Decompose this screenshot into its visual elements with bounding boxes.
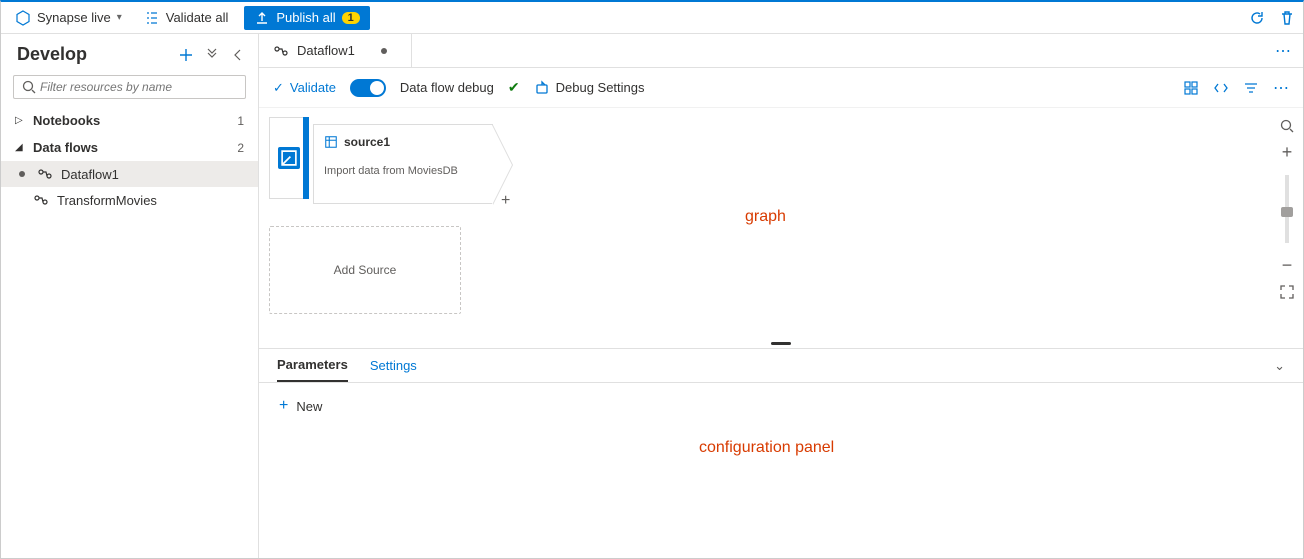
add-icon[interactable] [178,47,194,63]
delete-icon[interactable] [1279,10,1295,26]
annotation-graph: graph [745,208,786,226]
validate-all-button[interactable]: Validate all [138,6,235,30]
graph-canvas[interactable]: source1 Import data from MoviesDB + Add … [259,108,1303,342]
section-label: Data flows [33,140,98,155]
annotation-config: configuration panel [699,439,834,457]
hexagon-icon [15,10,31,26]
tab-dataflow1[interactable]: Dataflow1 [259,34,412,67]
tree-item-label: Dataflow1 [61,167,119,182]
configuration-panel: Parameters Settings ⌄ + New configuratio… [259,348,1303,558]
source-type-icon [278,147,300,169]
search-icon [21,79,37,95]
zoom-in-button[interactable]: + [1282,142,1293,163]
publish-all-label: Publish all [276,10,335,25]
dataset-icon [324,135,338,149]
checklist-icon [144,10,160,26]
tree-section-notebooks[interactable]: ▷ Notebooks 1 [1,107,258,134]
develop-sidebar: Develop ▷ Notebooks 1 [1,34,259,558]
section-count: 1 [237,114,244,128]
debug-settings-label: Debug Settings [556,80,645,95]
search-zoom-icon[interactable] [1279,118,1295,134]
chevron-down-icon: ▾ [117,12,122,23]
refresh-icon[interactable] [1249,10,1265,26]
dirty-indicator-icon [19,171,25,177]
check-icon: ✓ [273,80,284,96]
expand-all-icon[interactable] [204,47,220,63]
validate-all-label: Validate all [166,10,229,25]
fit-screen-icon[interactable] [1279,284,1295,300]
config-tab-parameters[interactable]: Parameters [277,357,348,382]
debug-settings-button[interactable]: Debug Settings [534,80,645,96]
filter-settings-icon[interactable] [1243,80,1259,96]
tab-label: Dataflow1 [297,43,355,58]
workspace-dropdown[interactable]: Synapse live ▾ [9,6,128,30]
tree-item-label: TransformMovies [57,193,157,208]
add-source-button[interactable]: Add Source [269,226,461,314]
debug-toggle[interactable] [350,79,386,97]
zoom-slider[interactable] [1285,175,1289,243]
config-tab-settings[interactable]: Settings [370,358,417,381]
code-view-icon[interactable] [1213,80,1229,96]
workspace-label: Synapse live [37,10,111,25]
caret-down-icon: ◢ [15,142,27,153]
zoom-out-button[interactable]: − [1282,255,1293,276]
editor-tab-strip: Dataflow1 ⋯ [259,34,1303,68]
new-parameter-button[interactable]: + New [279,397,322,415]
source-node[interactable]: source1 Import data from MoviesDB [313,124,493,204]
publish-all-button[interactable]: Publish all 1 [244,6,369,30]
caret-right-icon: ▷ [15,115,27,126]
collapse-pane-icon[interactable] [230,47,246,63]
tree-item-dataflow1[interactable]: Dataflow1 [1,161,258,187]
publish-count-badge: 1 [342,12,360,24]
add-transform-button[interactable]: + [501,192,510,210]
dirty-indicator-icon [381,48,387,54]
source-description: Import data from MoviesDB [324,165,482,177]
develop-title: Develop [17,44,87,65]
top-toolbar: Synapse live ▾ Validate all Publish all … [1,2,1303,34]
debug-label: Data flow debug [400,80,494,95]
dataflow-icon [37,166,53,182]
add-source-label: Add Source [334,263,397,277]
status-ok-icon: ✔ [508,79,520,96]
validate-label: Validate [290,80,336,95]
validate-button[interactable]: ✓ Validate [273,80,336,96]
canvas-toolbar: ✓ Validate Data flow debug ✔ Debug Setti… [259,68,1303,108]
dataflow-icon [33,192,49,208]
more-icon[interactable]: ⋯ [1273,80,1289,96]
tree-section-dataflows[interactable]: ◢ Data flows 2 [1,134,258,161]
collapse-panel-icon[interactable]: ⌄ [1274,358,1285,382]
upload-icon [254,10,270,26]
section-label: Notebooks [33,113,100,128]
settings-icon [534,80,550,96]
source-name: source1 [344,135,390,149]
more-icon[interactable]: ⋯ [1275,43,1291,59]
dataflow-icon [273,43,289,59]
new-label: New [296,399,322,414]
grid-view-icon[interactable] [1183,80,1199,96]
plus-icon: + [279,397,288,415]
tree-item-transformmovies[interactable]: TransformMovies [1,187,258,213]
filter-input[interactable] [13,75,246,99]
section-count: 2 [237,141,244,155]
